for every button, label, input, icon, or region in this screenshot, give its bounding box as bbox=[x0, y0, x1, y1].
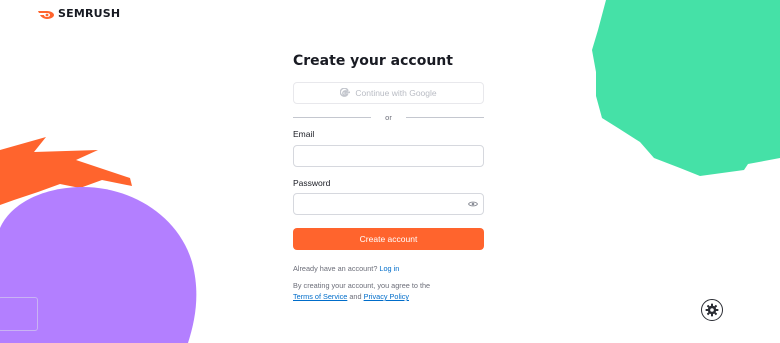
semrush-flame-icon bbox=[38, 10, 54, 19]
password-field[interactable] bbox=[293, 193, 484, 215]
password-field-wrapper bbox=[293, 193, 484, 215]
or-divider: or bbox=[293, 111, 485, 123]
continue-with-google-button[interactable]: Continue with Google bbox=[293, 82, 484, 104]
eye-icon[interactable] bbox=[468, 199, 478, 209]
settings-button[interactable] bbox=[701, 299, 723, 321]
corner-frame-box bbox=[0, 297, 38, 331]
email-field[interactable] bbox=[293, 145, 484, 167]
email-label: Email bbox=[293, 129, 315, 139]
login-prompt-text: Already have an account? bbox=[293, 264, 378, 273]
signup-form: Create your account Continue with Google… bbox=[293, 51, 485, 301]
gear-icon bbox=[705, 303, 719, 317]
green-blob-shape bbox=[592, 0, 780, 176]
brand-name: SEMRUSH bbox=[58, 7, 121, 20]
semrush-logo[interactable]: SEMRUSH bbox=[38, 7, 120, 20]
divider-line-left bbox=[293, 116, 372, 118]
terms-and-text: and bbox=[349, 292, 362, 301]
terms-text: By creating your account, you agree to t… bbox=[293, 281, 431, 290]
divider-line-right bbox=[405, 116, 485, 118]
google-icon bbox=[340, 88, 351, 97]
terms-of-service-link[interactable]: Terms of Service bbox=[293, 292, 347, 301]
google-button-label: Continue with Google bbox=[355, 88, 437, 98]
password-label: Password bbox=[293, 178, 331, 188]
login-prompt-line: Already have an account? Log in bbox=[293, 263, 399, 274]
create-account-button[interactable]: Create account bbox=[293, 228, 484, 250]
terms-links-line: Terms of Service and Privacy Policy bbox=[293, 291, 409, 302]
page-title: Create your account bbox=[293, 53, 453, 69]
divider-text: or bbox=[385, 112, 392, 122]
log-in-link[interactable]: Log in bbox=[379, 264, 399, 273]
privacy-policy-link[interactable]: Privacy Policy bbox=[364, 292, 409, 301]
